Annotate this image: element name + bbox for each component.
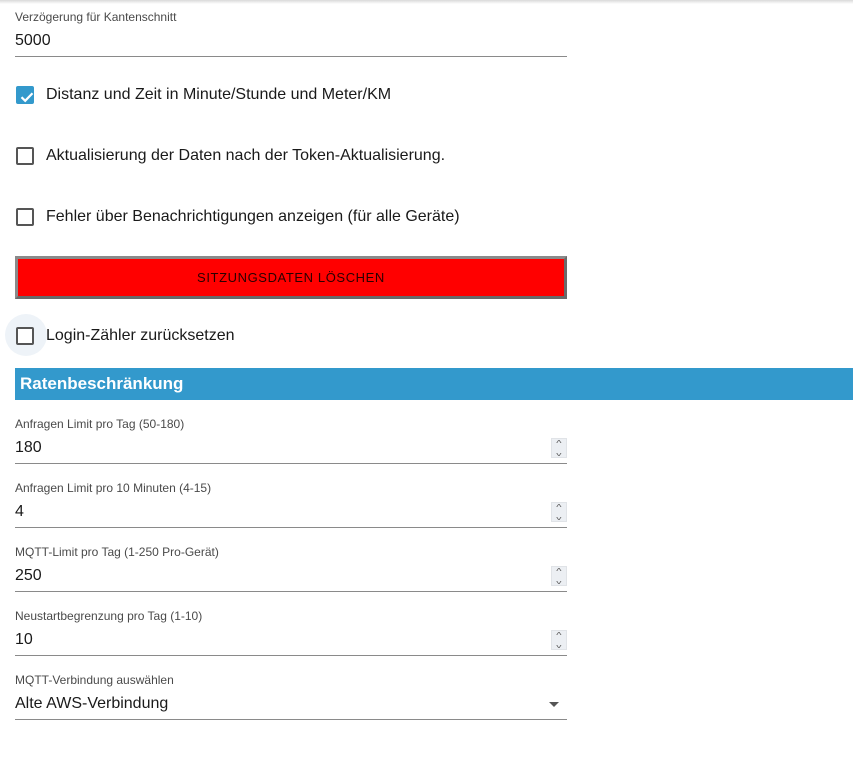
edge-delay-label: Verzögerung für Kantenschnitt [15, 10, 177, 24]
req-per-day-label: Anfragen Limit pro Tag (50-180) [15, 417, 185, 431]
spin-stepper-icon[interactable]: ^ ^ [551, 502, 567, 522]
req-per-10min-field[interactable]: Anfragen Limit pro 10 Minuten (4-15) 4 ^… [15, 481, 567, 529]
req-per-10min-underline [15, 527, 567, 528]
mqtt-connection-underline [15, 719, 567, 720]
mqtt-connection-label: MQTT-Verbindung auswählen [15, 673, 174, 687]
restart-per-day-input[interactable]: 10 [15, 631, 33, 649]
refresh-after-token-checkbox[interactable] [16, 147, 34, 165]
edge-delay-field[interactable]: Verzögerung für Kantenschnitt 5000 [15, 10, 567, 58]
errors-notifications-label: Fehler über Benachrichtigungen anzeigen … [46, 208, 460, 225]
req-per-day-field[interactable]: Anfragen Limit pro Tag (50-180) 180 ^ ^ [15, 417, 567, 465]
edge-delay-input[interactable]: 5000 [15, 32, 51, 50]
top-shadow [0, 0, 853, 4]
mqtt-per-day-input[interactable]: 250 [15, 567, 42, 585]
mqtt-per-day-label: MQTT-Limit pro Tag (1-250 Pro-Gerät) [15, 545, 219, 559]
restart-per-day-underline [15, 655, 567, 656]
req-per-10min-label: Anfragen Limit pro 10 Minuten (4-15) [15, 481, 212, 495]
spin-stepper-icon[interactable]: ^ ^ [551, 630, 567, 650]
clear-session-button[interactable]: SITZUNGSDATEN LÖSCHEN [15, 256, 567, 299]
refresh-after-token-label: Aktualisierung der Daten nach der Token-… [46, 147, 446, 164]
restart-per-day-field[interactable]: Neustartbegrenzung pro Tag (1-10) 10 ^ ^ [15, 609, 567, 657]
req-per-day-input[interactable]: 180 [15, 439, 42, 457]
mqtt-per-day-field[interactable]: MQTT-Limit pro Tag (1-250 Pro-Gerät) 250… [15, 545, 567, 593]
req-per-10min-input[interactable]: 4 [15, 503, 24, 521]
mqtt-connection-select[interactable]: MQTT-Verbindung auswählen Alte AWS-Verbi… [15, 673, 567, 721]
spin-stepper-icon[interactable]: ^ ^ [551, 566, 567, 586]
checkmark-icon [20, 92, 34, 103]
rate-limit-section-header: Ratenbeschränkung [15, 368, 853, 400]
edge-delay-underline [15, 56, 567, 57]
distance-units-label: Distanz und Zeit in Minute/Stunde und Me… [46, 86, 392, 103]
spin-stepper-icon[interactable]: ^ ^ [551, 438, 567, 458]
reset-login-counter-label: Login-Zähler zurücksetzen [46, 327, 235, 344]
distance-units-checkbox[interactable] [16, 86, 34, 104]
req-per-day-underline [15, 463, 567, 464]
mqtt-per-day-underline [15, 591, 567, 592]
section-title: Ratenbeschränkung [20, 374, 184, 393]
restart-per-day-label: Neustartbegrenzung pro Tag (1-10) [15, 609, 203, 623]
reset-login-counter-checkbox[interactable] [16, 327, 34, 345]
dropdown-caret-icon[interactable] [549, 702, 559, 707]
mqtt-connection-value[interactable]: Alte AWS-Verbindung [15, 695, 168, 713]
errors-notifications-checkbox[interactable] [16, 208, 34, 226]
